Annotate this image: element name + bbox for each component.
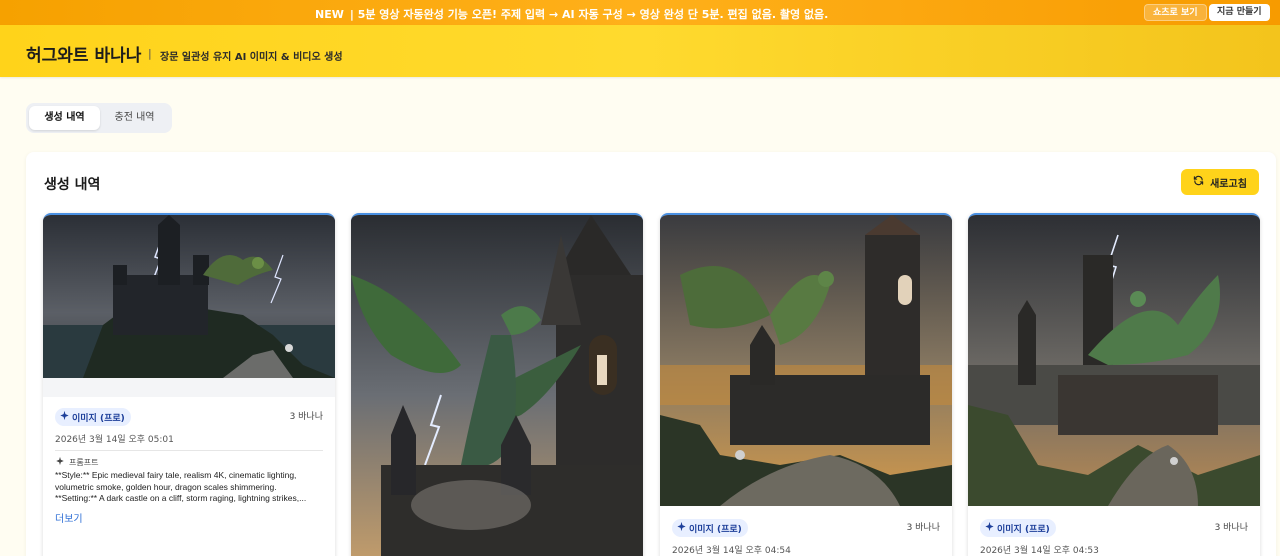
prompt-label-text: 프롬프트 <box>69 457 99 467</box>
announcement-text: | 5분 영상 자동완성 기능 오픈! 주제 입력 → AI 자동 구성 → 영… <box>349 8 829 21</box>
prompt-line: volumetric smoke, golden hour, dragon sc… <box>55 481 277 492</box>
divider <box>55 450 323 451</box>
created-date: 2026년 3월 14일 오후 04:53 <box>980 546 1099 556</box>
cost-label: 3 바나나 <box>1214 523 1248 533</box>
type-badge: 이미지 (프로) <box>55 408 131 426</box>
announcement-bar: NEW | 5분 영상 자동완성 기능 오픈! 주제 입력 → AI 자동 구성 … <box>0 0 1280 25</box>
brand-logo[interactable]: 허그와트 바나나 <box>26 41 141 66</box>
history-tabs: 생성 내역 충전 내역 <box>26 103 172 133</box>
history-card[interactable]: 이미지 (프로) 3 바나나 2026년 3월 14일 오후 04:54 <box>660 213 952 556</box>
castle-dragon-image[interactable] <box>351 215 643 556</box>
badge-label: 이미지 (프로) <box>689 524 742 535</box>
badge-label: 이미지 (프로) <box>997 524 1050 535</box>
created-date: 2026년 3월 14일 오후 04:54 <box>672 546 791 556</box>
history-card[interactable]: 이미지 (프로) 3 바나나 2026년 3월 14일 오후 04:53 <box>968 213 1260 556</box>
castle-dragon-image[interactable] <box>968 215 1260 506</box>
show-more-link[interactable]: 더보기 <box>55 510 83 525</box>
history-card[interactable] <box>351 213 643 556</box>
badge-label: 이미지 (프로) <box>72 413 125 424</box>
header-divider: | <box>148 47 152 60</box>
type-badge: 이미지 (프로) <box>980 519 1056 537</box>
tab-charge-history[interactable]: 충전 내역 <box>100 106 169 130</box>
history-card[interactable]: 이미지 (프로) 3 바나나 2026년 3월 14일 오후 05:01 프롬프… <box>43 213 335 556</box>
panel-title: 생성 내역 <box>44 177 101 193</box>
app-header: 허그와트 바나나 | 장문 일관성 유지 AI 이미지 & 비디오 생성 <box>0 25 1280 77</box>
sparkle-icon <box>676 521 687 535</box>
sparkle-icon <box>55 456 65 468</box>
prompt-line: **Style:** Epic medieval fairy tale, rea… <box>55 470 297 480</box>
card-meta: 이미지 (프로) 3 바나나 2026년 3월 14일 오후 04:54 <box>672 517 940 556</box>
refresh-label: 새로고침 <box>1210 178 1247 190</box>
refresh-icon <box>1193 175 1204 189</box>
card-meta: 이미지 (프로) 3 바나나 2026년 3월 14일 오후 05:01 프롬프… <box>55 406 323 556</box>
cost-label: 3 바나나 <box>289 412 323 422</box>
header-tagline: 장문 일관성 유지 AI 이미지 & 비디오 생성 <box>160 52 343 63</box>
sparkle-icon <box>59 410 70 424</box>
prompt-line: **Setting:** A dark castle on a cliff, s… <box>55 493 307 503</box>
type-badge: 이미지 (프로) <box>672 519 748 537</box>
image-placeholder-strip <box>43 378 335 397</box>
tab-generation-history[interactable]: 생성 내역 <box>29 106 100 130</box>
cost-label: 3 바나나 <box>906 523 940 533</box>
castle-dragon-image[interactable] <box>43 215 335 378</box>
sparkle-icon <box>984 521 995 535</box>
prompt-text: **Style:** Epic medieval fairy tale, rea… <box>55 470 323 505</box>
make-now-button[interactable]: 지금 만들기 <box>1209 4 1270 21</box>
refresh-button[interactable]: 새로고침 <box>1181 169 1259 195</box>
castle-dragon-image[interactable] <box>660 215 952 506</box>
created-date: 2026년 3월 14일 오후 05:01 <box>55 435 174 445</box>
announcement-message: NEW | 5분 영상 자동완성 기능 오픈! 주제 입력 → AI 자동 구성 … <box>315 6 828 22</box>
generation-history-panel: 생성 내역 새로고침 이미지 (프로) 3 바나나 2026년 3월 14일 오… <box>26 152 1276 556</box>
prompt-label: 프롬프트 <box>55 456 98 468</box>
new-label: NEW <box>315 8 344 21</box>
shorts-view-button[interactable]: 쇼츠로 보기 <box>1144 4 1207 21</box>
card-meta: 이미지 (프로) 3 바나나 2026년 3월 14일 오후 04:53 <box>980 517 1248 556</box>
